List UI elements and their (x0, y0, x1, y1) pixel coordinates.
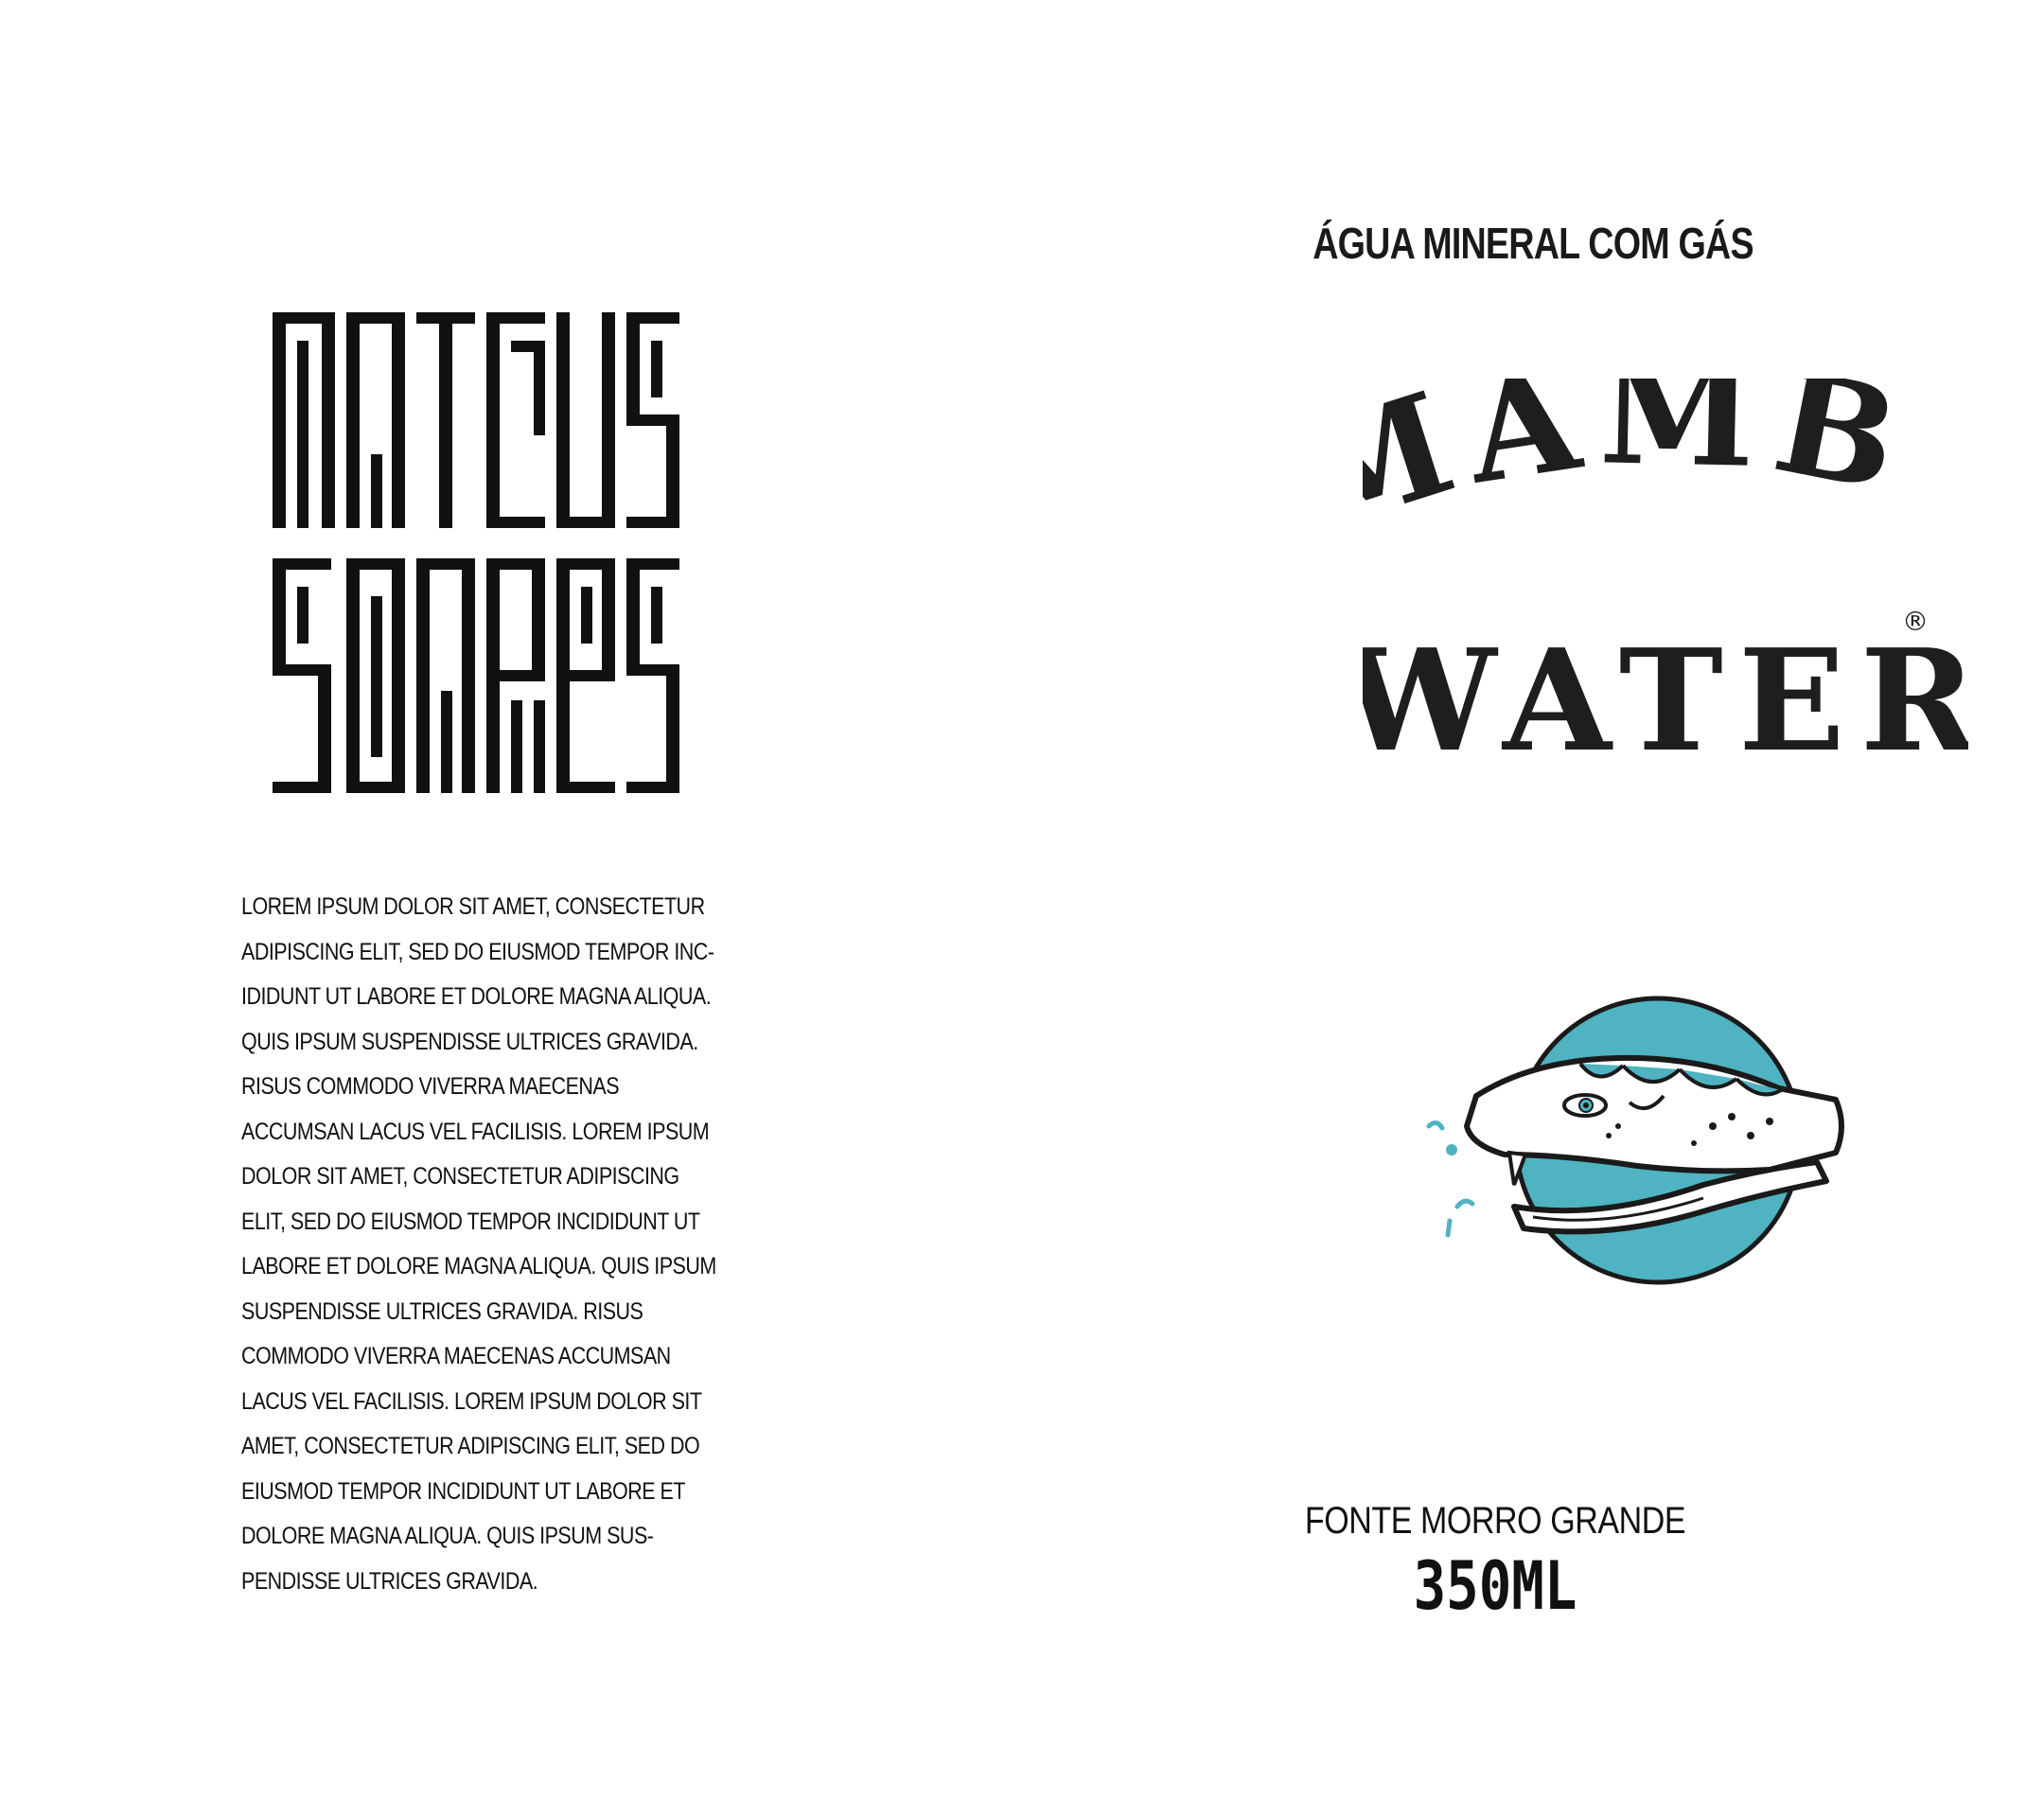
body-line: amet, consectetur adipiscing elit, sed d… (241, 1433, 700, 1459)
body-line: accumsan lacus vel facilisis. Lorem ipsu… (241, 1118, 710, 1145)
body-line: dolor sit amet, consectetur adipiscing (241, 1163, 679, 1190)
designer-logo (273, 312, 679, 793)
body-line: pendisse ultrices gravida. (241, 1567, 538, 1595)
body-line: suspendisse ultrices gravida. Risus (241, 1297, 643, 1325)
body-line: Quis ipsum suspendisse ultrices gravida. (241, 1028, 698, 1055)
body-line: lacus vel facilisis. Lorem ipsum dolor s… (241, 1387, 702, 1415)
body-copy: Lorem ipsum dolor sit amet, consectetur … (241, 885, 716, 1604)
product-subtitle: ÁGUA MINERAL COM GÁS (1313, 219, 1753, 268)
body-line: adipiscing elit, sed do eiusmod tempor i… (241, 938, 714, 965)
snake-head-emblem-icon (1426, 996, 1844, 1285)
brand-line-mamba-text: MAMBA (1363, 379, 1911, 564)
body-line: elit, sed do eiusmod tempor incididunt u… (241, 1208, 700, 1235)
body-line: dolore magna aliqua. Quis ipsum sus- (241, 1523, 654, 1549)
brand-line-mamba: MAMBA (1363, 379, 1926, 564)
registered-mark: ® (1902, 606, 1929, 637)
body-line: Lorem ipsum dolor sit amet, consectetur (241, 893, 705, 920)
brand-wordmark: MAMBA WATER (1363, 379, 1968, 776)
body-line: commodo viverra maecenas accumsan (241, 1343, 671, 1369)
body-line: ididunt ut labore et dolore magna aliqua… (241, 983, 712, 1010)
body-line: Risus commodo viverra maecenas (241, 1073, 620, 1100)
back-panel: Lorem ipsum dolor sit amet, consectetur … (0, 0, 1022, 1817)
brand-line-water: WATER (1363, 618, 1968, 776)
source-label: FONTE MORRO GRANDE (1304, 1500, 1686, 1542)
body-line: labore et dolore magna aliqua. Quis ipsu… (241, 1253, 716, 1279)
volume-label: 350ML (1413, 1547, 1577, 1625)
body-line: eiusmod tempor incididunt ut labore et (241, 1477, 685, 1505)
